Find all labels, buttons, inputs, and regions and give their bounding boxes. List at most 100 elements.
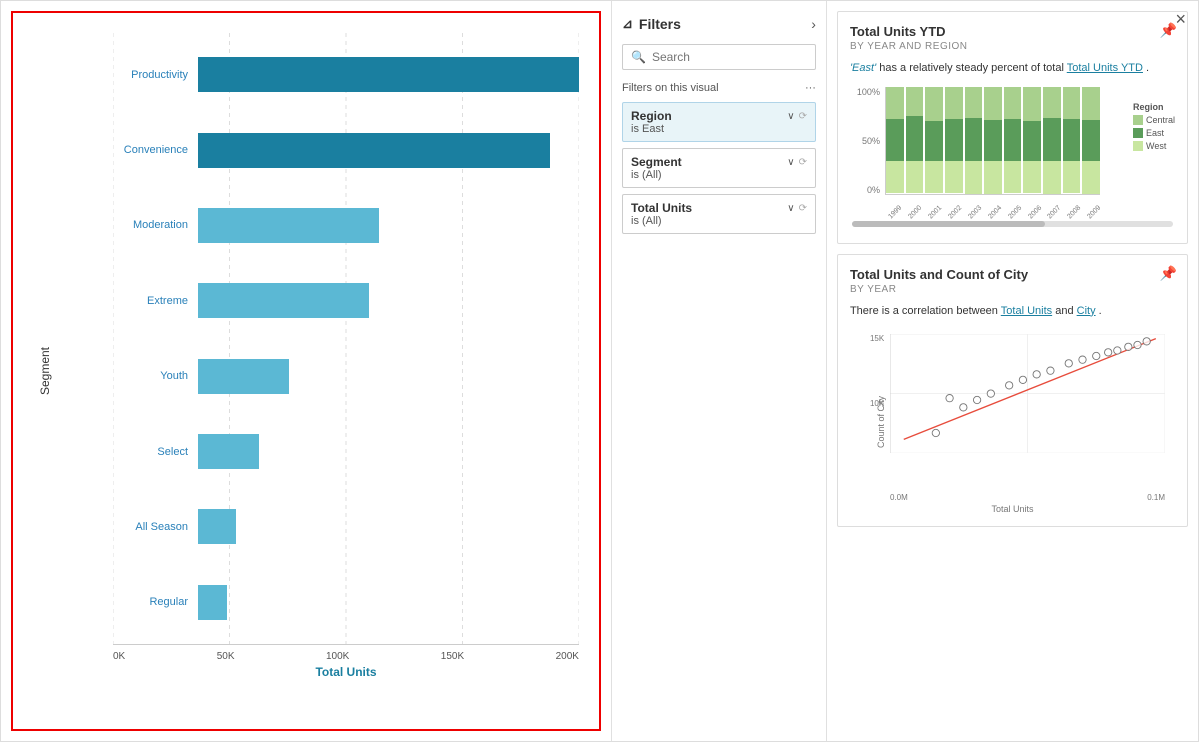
legend-central-label: Central <box>1146 115 1175 125</box>
stacked-bars <box>885 87 1100 195</box>
bar-youth <box>198 359 289 394</box>
legend-central: Central <box>1133 115 1175 125</box>
card1-text-main: has a relatively steady percent of total <box>879 62 1067 74</box>
stacked-y-axis: 100% 50% 0% <box>850 87 880 195</box>
filter-item-segment-header: Segment ∨ ⟳ <box>631 155 807 169</box>
filters-on-visual-label: Filters on this visual ··· <box>622 82 816 94</box>
filter-item-region-header: Region ∨ ⟳ <box>631 109 807 123</box>
x-tick-1999: 1999 <box>887 204 903 220</box>
scatter-y-tick-10k: 10K <box>870 399 884 408</box>
bar-allseason <box>198 509 236 544</box>
legend-west: West <box>1133 141 1175 151</box>
x-axis: 0K 50K 100K 150K 200K <box>113 644 579 662</box>
card2-title: Total Units and Count of City <box>850 267 1175 282</box>
insight-card-scatter: 📌 Total Units and Count of City BY YEAR … <box>837 254 1188 528</box>
bar-row-select: Select <box>113 426 579 478</box>
filter-item-segment[interactable]: Segment ∨ ⟳ is (All) <box>622 148 816 188</box>
filter-totalunits-clear-icon[interactable]: ⟳ <box>799 203 807 214</box>
bar-container-regular <box>198 585 579 620</box>
card2-text-link2: City <box>1077 305 1096 317</box>
bar-row-extreme: Extreme <box>113 275 579 327</box>
bar-label-allseason: All Season <box>113 521 188 533</box>
close-button[interactable]: × <box>1175 9 1186 30</box>
card1-text-prefix: 'East' <box>850 62 876 74</box>
card2-subtitle: BY YEAR <box>850 284 1175 295</box>
bar-label-extreme: Extreme <box>113 295 188 307</box>
filter-region-value: is East <box>631 123 807 135</box>
scrollbar-thumb <box>852 221 1045 227</box>
bar-rows: Productivity Convenience Moderation <box>113 33 579 644</box>
bar-container-extreme <box>198 283 579 318</box>
card2-text-middle: and <box>1055 305 1076 317</box>
x-tick-2001: 2001 <box>927 204 943 220</box>
stacked-chart: 100% 50% 0% <box>850 87 1175 217</box>
card1-text-suffix: . <box>1146 62 1149 74</box>
card1-subtitle: BY YEAR AND REGION <box>850 41 1175 52</box>
bar-regular <box>198 585 227 620</box>
y-axis-label: Segment <box>38 347 52 395</box>
stacked-bar-1999 <box>886 87 904 194</box>
scatter-svg <box>890 334 1165 453</box>
filter-expand-icon[interactable]: › <box>811 16 816 32</box>
bar-container-productivity <box>198 57 579 92</box>
stacked-chart-scrollbar[interactable] <box>852 221 1173 227</box>
stacked-bar-2006 <box>1023 87 1041 194</box>
bar-moderation <box>198 208 379 243</box>
bar-row-regular: Regular <box>113 576 579 628</box>
stacked-bar-2003 <box>965 87 983 194</box>
bar-container-youth <box>198 359 579 394</box>
bar-label-youth: Youth <box>113 370 188 382</box>
bar-label-moderation: Moderation <box>113 219 188 231</box>
legend-west-swatch <box>1133 141 1143 151</box>
filter-region-dropdown-icon[interactable]: ∨ <box>787 111 794 122</box>
card2-text-prefix: There is a correlation between <box>850 305 1001 317</box>
filter-segment-name: Segment <box>631 155 682 169</box>
pin-icon-scatter[interactable]: 📌 <box>1160 265 1177 282</box>
card2-text: There is a correlation between Total Uni… <box>850 303 1175 320</box>
insight-card-ytd: 📌 Total Units YTD BY YEAR AND REGION 'Ea… <box>837 11 1188 244</box>
chart-bars-area: Productivity Convenience Moderation <box>113 33 579 644</box>
pin-icon-ytd[interactable]: 📌 <box>1160 22 1177 39</box>
search-box[interactable]: 🔍 <box>622 44 816 70</box>
stacked-bar-2004 <box>984 87 1002 194</box>
bar-label-convenience: Convenience <box>113 144 188 156</box>
x-tick-100k: 100K <box>326 651 349 662</box>
legend-title: Region <box>1133 102 1175 112</box>
insight-cards-container: 📌 Total Units YTD BY YEAR AND REGION 'Ea… <box>827 1 1198 741</box>
filter-segment-dropdown-icon[interactable]: ∨ <box>787 157 794 168</box>
filter-item-totalunits[interactable]: Total Units ∨ ⟳ is (All) <box>622 194 816 234</box>
search-icon: 🔍 <box>631 50 646 64</box>
bar-convenience <box>198 133 550 168</box>
card1-title: Total Units YTD <box>850 24 1175 39</box>
bar-container-moderation <box>198 208 579 243</box>
card1-text: 'East' has a relatively steady percent o… <box>850 60 1175 77</box>
stacked-bar-2001 <box>925 87 943 194</box>
filter-segment-clear-icon[interactable]: ⟳ <box>799 157 807 168</box>
stacked-bar-2000 <box>906 87 924 194</box>
filter-totalunits-icons: ∨ ⟳ <box>787 203 807 214</box>
filter-region-icons: ∨ ⟳ <box>787 111 807 122</box>
x-tick-50k: 50K <box>217 651 235 662</box>
filters-more-icon[interactable]: ··· <box>805 82 816 94</box>
filter-totalunits-dropdown-icon[interactable]: ∨ <box>787 203 794 214</box>
filter-funnel-icon: ⊿ <box>622 16 633 32</box>
filter-item-totalunits-header: Total Units ∨ ⟳ <box>631 201 807 215</box>
bar-row-youth: Youth <box>113 350 579 402</box>
legend-west-label: West <box>1146 141 1166 151</box>
search-input[interactable] <box>652 50 807 64</box>
filter-item-region[interactable]: Region ∨ ⟳ is East <box>622 102 816 142</box>
x-tick-150k: 150K <box>441 651 464 662</box>
x-axis-label: Total Units <box>113 665 579 679</box>
legend-east: East <box>1133 128 1175 138</box>
legend-east-label: East <box>1146 128 1164 138</box>
scatter-y-tick-15k: 15K <box>870 334 884 343</box>
card2-text-suffix: . <box>1099 305 1102 317</box>
x-tick-2009: 2009 <box>1087 204 1103 220</box>
filter-segment-icons: ∨ ⟳ <box>787 157 807 168</box>
filter-title: ⊿ Filters <box>622 16 681 32</box>
y-tick-100: 100% <box>857 87 880 97</box>
stacked-bar-2007 <box>1043 87 1061 194</box>
main-container: Segment Productivity <box>0 0 1199 742</box>
filter-region-clear-icon[interactable]: ⟳ <box>799 111 807 122</box>
bar-label-regular: Regular <box>113 596 188 608</box>
